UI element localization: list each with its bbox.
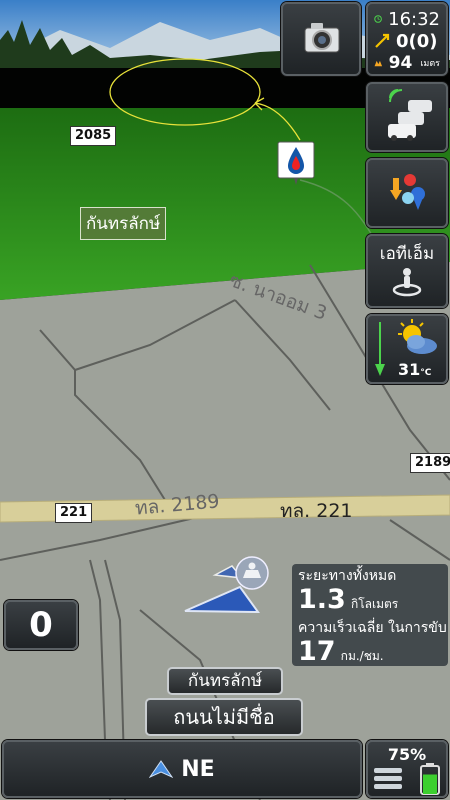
speed-camera-alert-icon <box>375 33 390 48</box>
traffic-button[interactable] <box>366 82 448 152</box>
status-box: 16:32 0(0) 94 เมตร <box>366 2 448 76</box>
road-shield-2085: 2085 <box>70 126 117 146</box>
temperature-unit: °C <box>420 368 432 378</box>
road-label-221: ทล. 221 <box>280 500 353 522</box>
distance-value: 94 <box>388 53 413 73</box>
distance-icon <box>374 60 383 67</box>
area-name: กันทรลักษ์ <box>167 667 283 695</box>
poi-button[interactable] <box>366 158 448 228</box>
traffic-cars-icon <box>388 89 432 141</box>
heading-bar[interactable]: NE <box>2 740 362 798</box>
road-shield-2189: 2189 <box>410 453 450 473</box>
total-distance-label: ระยะทางทั้งหมด <box>298 568 397 584</box>
menu-lines-icon <box>374 768 402 789</box>
poi-pins-icon <box>390 174 425 210</box>
camera-icon <box>304 23 340 53</box>
avg-speed-value: 17 <box>298 636 336 667</box>
avg-speed-label: ความเร็วเฉลี่ย ในการขับ <box>298 620 447 636</box>
battery-fill <box>423 774 437 794</box>
distance-unit: เมตร <box>420 59 440 69</box>
temperature-value: 31 <box>398 360 421 379</box>
speed-display[interactable]: 0 <box>4 600 78 650</box>
camera-button[interactable] <box>281 2 361 76</box>
arrow-down-icon <box>375 322 385 376</box>
clock-time: 16:32 <box>388 8 440 30</box>
total-distance-unit: กิโลเมตร <box>350 597 399 611</box>
alert-count: 0(0) <box>396 30 438 52</box>
speed-value: 0 <box>29 605 53 645</box>
avg-speed-unit: กม./ชม. <box>340 649 384 663</box>
clock-icon <box>374 15 382 23</box>
temperature: 31°C <box>398 360 431 379</box>
battery-icon <box>420 763 440 795</box>
atm-button[interactable]: เอทีเอ็ม <box>366 234 448 308</box>
trip-info-panel[interactable]: ระยะทางทั้งหมด 1.3 กิโลเมตร ความเร็วเฉลี… <box>292 564 448 667</box>
weather-button[interactable]: 31°C <box>366 314 448 384</box>
battery-status[interactable]: 75% <box>366 740 448 798</box>
compass-arrow-icon <box>149 760 174 778</box>
heading-direction: NE <box>181 756 215 782</box>
battery-percent: 75% <box>387 745 427 764</box>
total-distance-value: 1.3 <box>298 584 346 615</box>
current-street-name[interactable]: ถนนไม่มีชื่อ <box>145 698 303 736</box>
person-pin-icon <box>392 268 422 297</box>
partly-cloudy-icon <box>398 319 437 354</box>
road-shield-221: 221 <box>55 503 93 523</box>
map-area-label: กันทรลักษ์ <box>80 207 167 240</box>
